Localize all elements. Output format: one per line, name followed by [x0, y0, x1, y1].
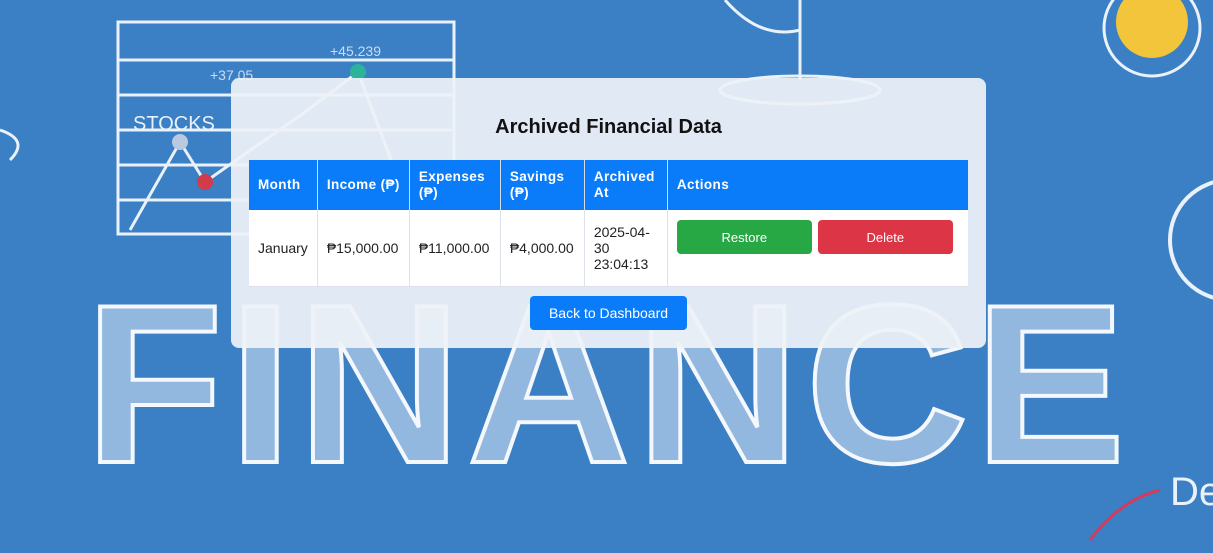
cell-savings: ₱4,000.00	[500, 210, 585, 287]
svg-text:De: De	[1170, 470, 1213, 514]
table-row: January ₱15,000.00 ₱11,000.00 ₱4,000.00 …	[249, 210, 968, 287]
back-to-dashboard-button[interactable]: Back to Dashboard	[530, 296, 687, 330]
delete-button[interactable]: Delete	[817, 220, 953, 254]
cell-expenses: ₱11,000.00	[409, 210, 501, 287]
cell-actions: Restore Delete	[667, 210, 968, 287]
header-actions: Actions	[667, 160, 968, 210]
page-title: Archived Financial Data	[495, 116, 722, 138]
stocks-sketch-label: STOCKS	[133, 113, 215, 135]
header-month: Month	[249, 160, 318, 210]
svg-text:+45.239: +45.239	[330, 43, 381, 59]
header-archived-at: Archived At	[584, 160, 668, 210]
cell-archived-at: 2025-04-30 23:04:13	[584, 210, 668, 287]
cell-month: January	[249, 210, 318, 287]
header-expenses: Expenses (₱)	[409, 160, 501, 210]
cell-income: ₱15,000.00	[317, 210, 410, 287]
table-header-row: Month Income (₱) Expenses (₱) Savings (₱…	[249, 160, 968, 210]
archive-card: Archived Financial Data Month Income (₱)…	[231, 78, 986, 348]
header-savings: Savings (₱)	[500, 160, 585, 210]
archived-data-table: Month Income (₱) Expenses (₱) Savings (₱…	[249, 160, 968, 287]
header-income: Income (₱)	[317, 160, 410, 210]
restore-button[interactable]: Restore	[676, 220, 812, 254]
